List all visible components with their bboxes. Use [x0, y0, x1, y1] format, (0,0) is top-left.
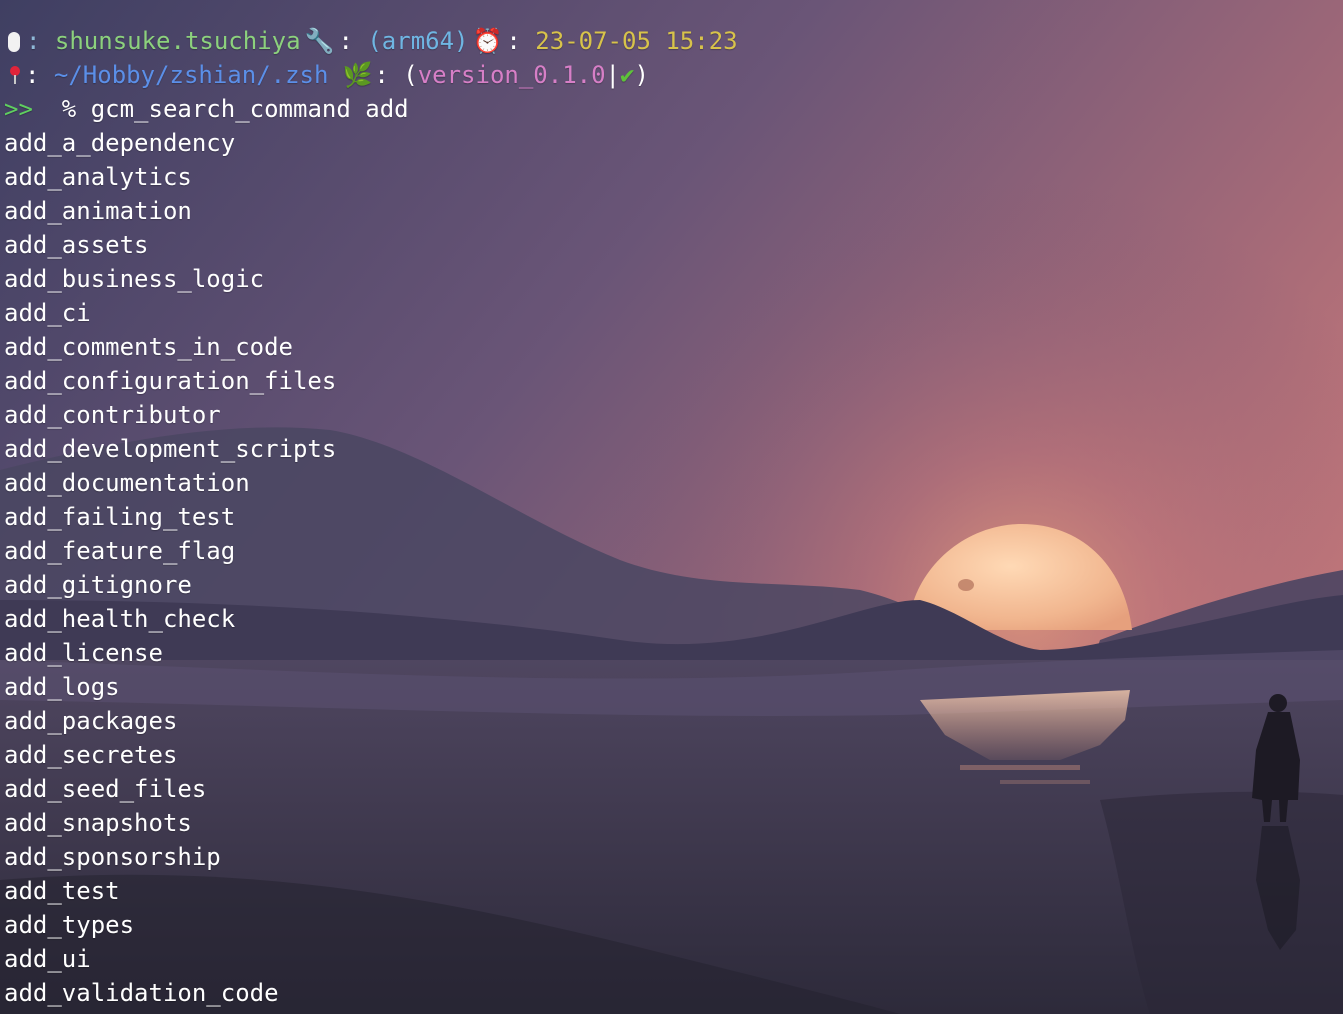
prompt-separator: :: [25, 61, 54, 89]
output-line: add_assets: [4, 231, 149, 259]
output-line: add_failing_test: [4, 503, 236, 531]
output-line: add_license: [4, 639, 163, 667]
output-line: add_health_check: [4, 605, 236, 633]
architecture: (arm64): [367, 27, 469, 55]
output-line: add_ui: [4, 945, 91, 973]
branch-paren-close: ): [634, 61, 649, 89]
output-line: add_development_scripts: [4, 435, 337, 463]
output-line: add_analytics: [4, 163, 192, 191]
output-line: add_animation: [4, 197, 192, 225]
output-line: add_packages: [4, 707, 178, 735]
output-line: add_feature_flag: [4, 537, 236, 565]
output-line: add_comments_in_code: [4, 333, 293, 361]
output-line: add_secretes: [4, 741, 178, 769]
output-line: add_seed_files: [4, 775, 207, 803]
mouse-icon: [8, 32, 20, 52]
prompt-line-1: : shunsuke.tsuchiya 🔧: (arm64) ⏰: 23-07-05…: [0, 24, 738, 58]
current-path: ~/Hobby/zshian/.zsh: [53, 61, 329, 89]
output-line: add_validation_code: [4, 979, 279, 1007]
terminal-output[interactable]: : shunsuke.tsuchiya 🔧: (arm64) ⏰: 23-07-05…: [0, 24, 738, 1010]
output-line: add_contributor: [4, 401, 221, 429]
check-icon: ✔: [620, 61, 635, 89]
wrench-icon: 🔧: [304, 27, 335, 55]
git-branch: version_0.1.0: [417, 61, 606, 89]
output-line: add_ci: [4, 299, 91, 327]
output-line: add_sponsorship: [4, 843, 221, 871]
prompt-separator: :: [506, 27, 536, 55]
output-line: add_snapshots: [4, 809, 192, 837]
herb-icon: 🌿: [342, 61, 373, 89]
datetime: 23-07-05 15:23: [535, 27, 738, 55]
output-line: add_types: [4, 911, 135, 939]
output-line: add_configuration_files: [4, 367, 337, 395]
moon-crater: [958, 579, 974, 591]
prompt-separator: :: [26, 27, 55, 55]
prompt-separator: :: [374, 61, 404, 89]
output-line: add_business_logic: [4, 265, 265, 293]
reflection-streak-2: [1000, 780, 1090, 784]
output-line: add_documentation: [4, 469, 250, 497]
output-line: add_a_dependency: [4, 129, 236, 157]
command-text: % gcm_search_command add: [32, 95, 409, 123]
command-input-line[interactable]: >> % gcm_search_command add: [0, 92, 738, 126]
branch-paren-open: (: [403, 61, 418, 89]
output-line: add_test: [4, 877, 120, 905]
username: shunsuke.tsuchiya: [54, 27, 301, 55]
output-line: add_logs: [4, 673, 120, 701]
reflection-streak: [960, 765, 1080, 770]
pin-icon: [7, 65, 23, 85]
prompt-line-2: : ~/Hobby/zshian/.zsh 🌿: (version_0.1.0|✔…: [0, 58, 738, 92]
output-line: add_gitignore: [4, 571, 192, 599]
branch-divider: |: [605, 61, 620, 89]
prompt-separator: :: [338, 27, 368, 55]
prompt-arrow: >>: [4, 95, 33, 123]
alarm-clock-icon: ⏰: [472, 27, 503, 55]
